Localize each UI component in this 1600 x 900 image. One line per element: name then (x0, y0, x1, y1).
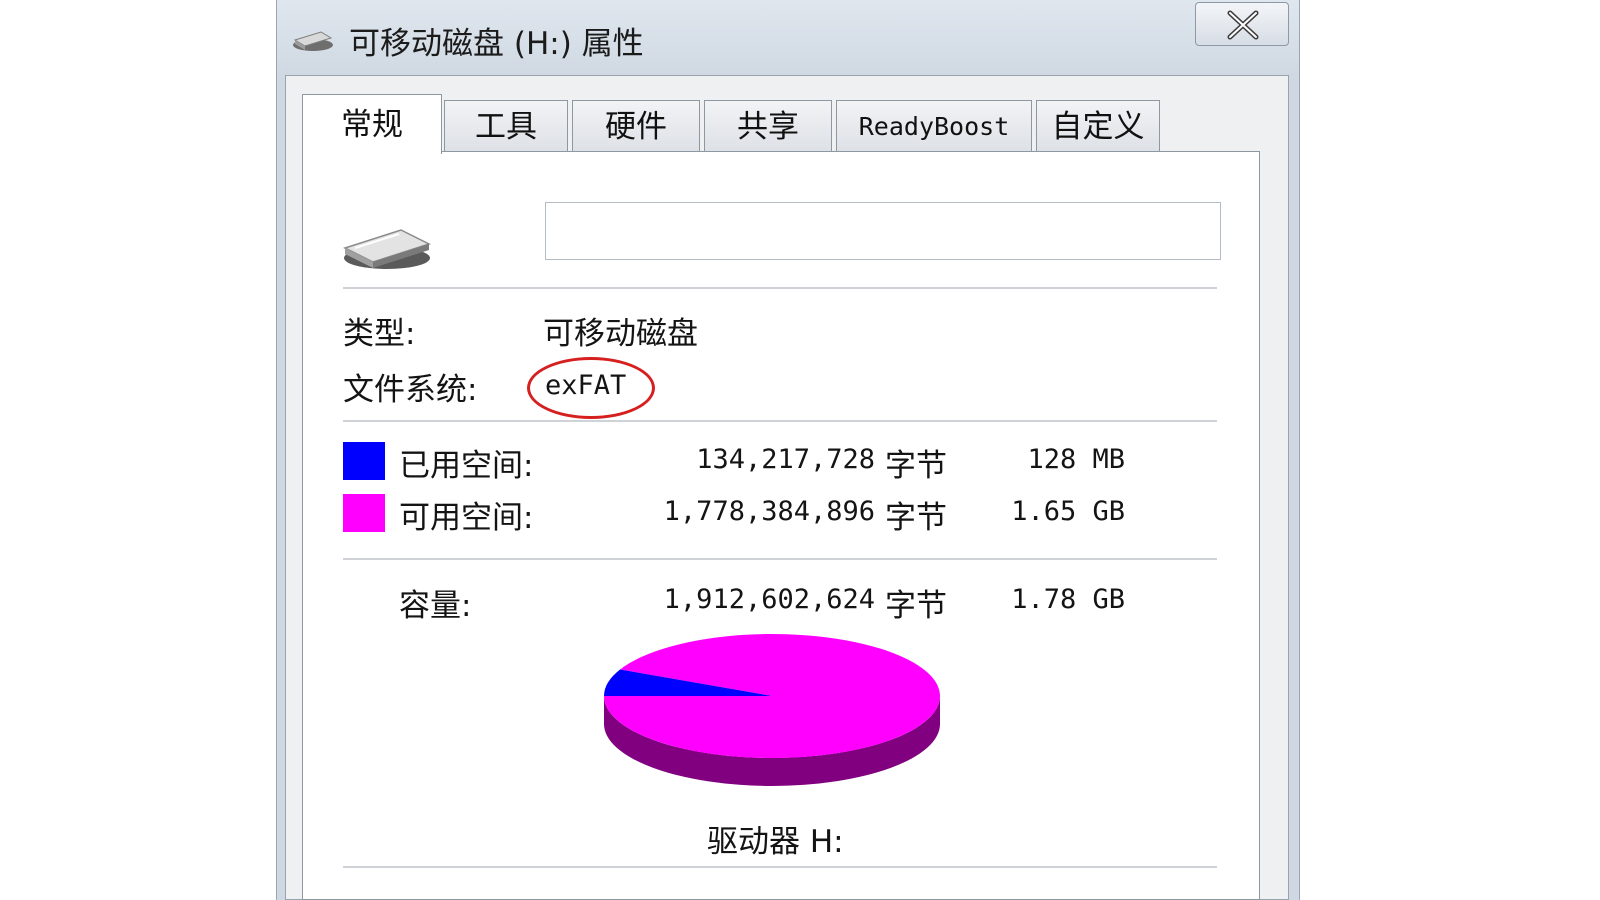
tab-label: 工具 (475, 109, 537, 145)
used-space-swatch (343, 442, 385, 480)
capacity-size: 1.78 GB (1011, 584, 1125, 615)
tab-label: 常规 (341, 107, 403, 143)
file-system-label: 文件系统: (343, 372, 478, 408)
removable-drive-icon (293, 31, 333, 51)
general-tab-panel: 类型: 可移动磁盘 文件系统: exFAT 已用空间: 134,217,728 … (302, 151, 1260, 900)
drive-letter-label: 驱动器 H: (707, 824, 844, 860)
separator (343, 866, 1217, 868)
free-space-bytes: 1,778,384,896 (663, 496, 875, 527)
free-space-unit: 字节 (885, 500, 947, 536)
tab-label: 自定义 (1051, 109, 1145, 145)
separator (343, 287, 1217, 289)
title-bar: 可移动磁盘 (H:) 属性 (277, 0, 1299, 75)
capacity-bytes: 1,912,602,624 (663, 584, 875, 615)
type-value: 可移动磁盘 (543, 316, 698, 352)
tab-label: ReadyBoost (858, 112, 1010, 141)
type-label: 类型: (343, 316, 416, 352)
used-space-label: 已用空间: (399, 448, 534, 484)
tab-label: 共享 (737, 109, 799, 145)
window-title: 可移动磁盘 (H:) 属性 (349, 26, 644, 62)
free-space-swatch (343, 494, 385, 532)
free-space-label: 可用空间: (399, 500, 534, 536)
tab-tools[interactable]: 工具 (444, 100, 568, 152)
separator (343, 420, 1217, 422)
tab-general[interactable]: 常规 (302, 94, 442, 154)
tab-hardware[interactable]: 硬件 (572, 100, 700, 152)
tab-customize[interactable]: 自定义 (1036, 100, 1160, 152)
free-space-size: 1.65 GB (1011, 496, 1125, 527)
removable-drive-icon (343, 229, 431, 269)
used-space-unit: 字节 (885, 448, 947, 484)
close-icon (1227, 10, 1259, 40)
close-button[interactable] (1195, 2, 1289, 46)
used-space-bytes: 134,217,728 (696, 444, 875, 475)
tab-label: 硬件 (605, 109, 667, 145)
capacity-label: 容量: (399, 588, 472, 624)
disk-usage-pie (604, 634, 940, 786)
tab-readyboost[interactable]: ReadyBoost (836, 100, 1032, 152)
separator (343, 558, 1217, 560)
tab-sharing[interactable]: 共享 (704, 100, 832, 152)
capacity-unit: 字节 (885, 588, 947, 624)
highlight-oval (527, 357, 655, 419)
volume-name-input[interactable] (545, 202, 1221, 260)
used-space-size: 128 MB (1027, 444, 1125, 475)
